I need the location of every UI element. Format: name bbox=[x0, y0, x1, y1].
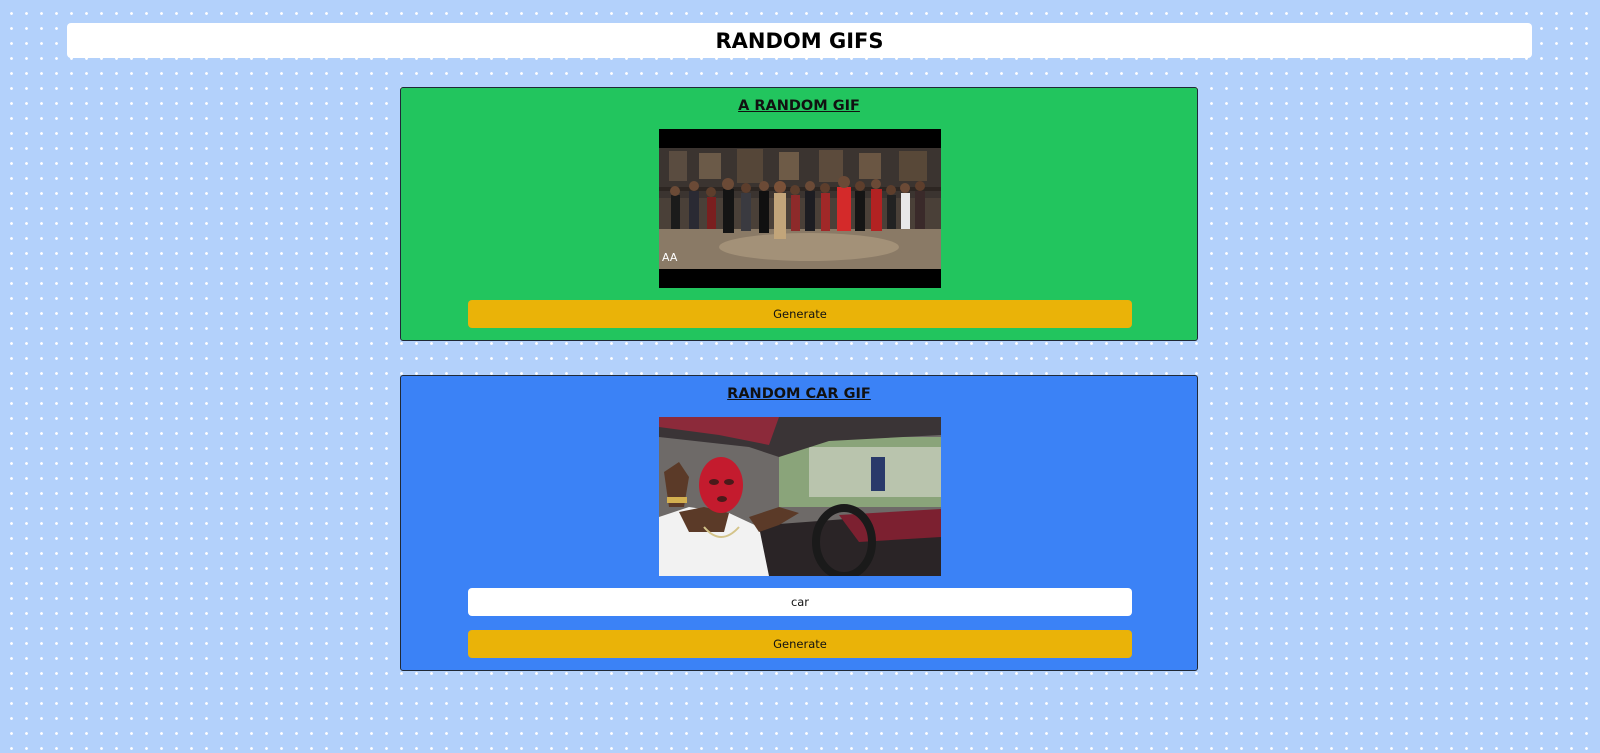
tag-input[interactable] bbox=[468, 588, 1132, 616]
car-gif-heading: RANDOM CAR GIF bbox=[727, 386, 871, 402]
page-title: RANDOM GIFS bbox=[715, 28, 884, 53]
car-gif-image bbox=[659, 417, 941, 576]
gif-watermark: AA bbox=[662, 251, 678, 264]
car-generate-button[interactable]: Generate bbox=[468, 630, 1132, 658]
random-gif-card: A RANDOM GIF AA Generate bbox=[400, 87, 1198, 341]
header-bar: RANDOM GIFS bbox=[67, 23, 1532, 58]
random-gif-heading: A RANDOM GIF bbox=[738, 98, 860, 114]
random-generate-button[interactable]: Generate bbox=[468, 300, 1132, 328]
car-gif-card: RANDOM CAR GIF car Generate bbox=[400, 375, 1198, 671]
random-gif-image: AA bbox=[659, 129, 941, 288]
